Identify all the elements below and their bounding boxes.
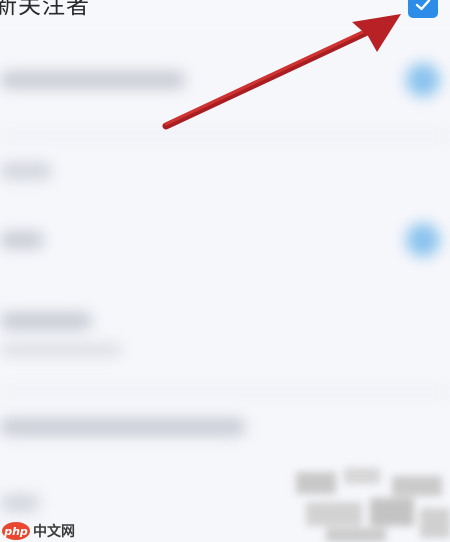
php-cn-watermark: php 中文网 — [2, 521, 75, 541]
red-arrow-icon — [162, 14, 401, 130]
watermark-text: 中文网 — [33, 524, 75, 540]
php-logo-icon: php — [2, 522, 30, 540]
